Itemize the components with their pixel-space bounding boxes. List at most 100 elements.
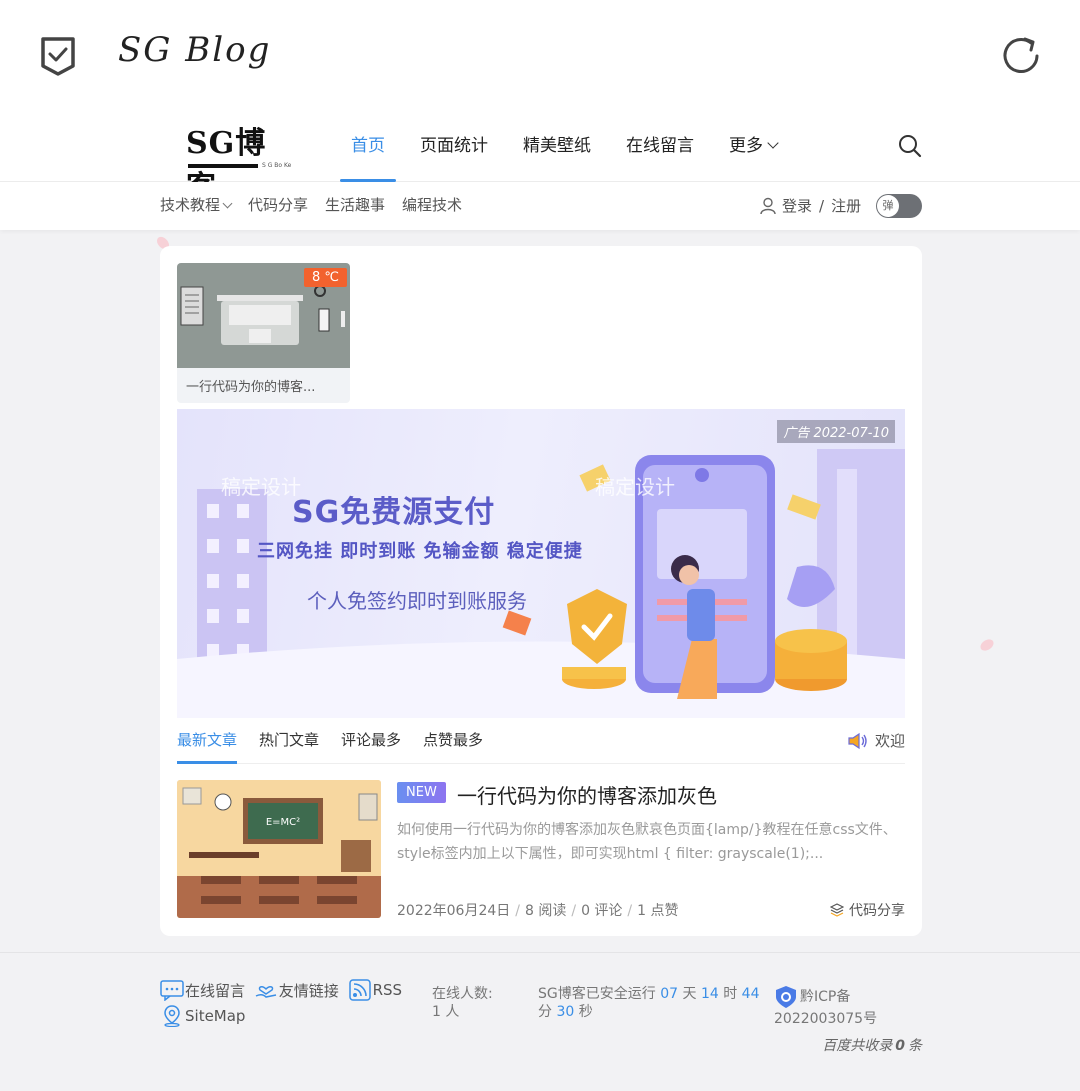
petal-decoration — [978, 637, 996, 653]
post-comments: 0 评论 — [581, 903, 623, 919]
blackboard-text: E=MC² — [266, 817, 300, 828]
tab-most-comments[interactable]: 评论最多 — [341, 718, 401, 763]
runtime-unit: 天 — [682, 986, 697, 1002]
nav-item-home[interactable]: 首页 — [340, 108, 396, 182]
post-thumbnail: E=MC² — [177, 780, 381, 918]
login-link[interactable]: 登录 — [782, 183, 812, 229]
subnav-item-tutorials[interactable]: 技术教程 — [160, 182, 233, 230]
site-runtime: SG博客已安全运行 07 天 14 时 44 分 30 秒 — [538, 985, 774, 1021]
separator: / — [515, 903, 520, 919]
baidu-count: 0 — [895, 1038, 905, 1054]
tab-popular[interactable]: 热门文章 — [259, 718, 319, 763]
baidu-unit: 条 — [908, 1038, 922, 1054]
runtime-seconds: 30 — [556, 1004, 575, 1020]
nav-item-guestbook[interactable]: 在线留言 — [615, 108, 705, 182]
window-title: SG Blog — [118, 30, 272, 70]
notice-text: 欢迎 — [874, 732, 905, 750]
tab-most-likes[interactable]: 点赞最多 — [423, 718, 483, 763]
subnav-item-life[interactable]: 生活趣事 — [325, 182, 385, 230]
nav-item-more[interactable]: 更多 — [718, 108, 788, 182]
subnav-label: 技术教程 — [160, 196, 221, 214]
post-meta: 2022年06月24日/8 阅读/0 评论/1 点赞 — [397, 900, 679, 920]
register-link[interactable]: 注册 — [831, 183, 861, 229]
notice: 欢迎 — [847, 730, 905, 751]
logo-underline — [188, 164, 258, 168]
classroom-image: E=MC² — [177, 780, 381, 918]
runtime-label: SG博客已安全运行 — [538, 986, 656, 1002]
icp-label: 黔ICP备 — [800, 989, 851, 1005]
online-count: 在线人数: 1 人 — [432, 985, 493, 1021]
subnav-item-programming[interactable]: 编程技术 — [402, 182, 462, 230]
post-item[interactable]: E=MC² NEW 一行代码为你的博客添加灰色 如何使用一行代码为你的博客添加灰… — [177, 780, 905, 920]
ad-tagline: 个人免签约即时到账服务 — [307, 589, 527, 613]
content-card: 8 ℃ 一行代码为你的博客... 稿定设计 稿定设计 广告 2022-07-10… — [160, 246, 922, 936]
nav-label: 精美壁纸 — [523, 136, 591, 156]
ad-banner[interactable]: 稿定设计 稿定设计 广告 2022-07-10 SG免费源支付 三网免挂 即时到… — [177, 409, 905, 718]
link-label: SiteMap — [185, 1007, 246, 1025]
chat-icon — [160, 980, 184, 1001]
nav-label: 首页 — [351, 136, 385, 156]
icp-record[interactable]: 黔ICP备 2022003075号 — [774, 985, 877, 1029]
post-likes: 1 点赞 — [637, 903, 679, 919]
chevron-down-icon — [767, 137, 779, 149]
footer-link-rss[interactable]: RSS — [348, 979, 402, 1001]
mini-post-title: 一行代码为你的博客... — [186, 380, 316, 395]
shield-icon[interactable] — [38, 34, 78, 78]
post-reads: 8 阅读 — [524, 903, 567, 919]
article-tabs: 最新文章 热门文章 评论最多 点赞最多 欢迎 — [177, 718, 905, 764]
popup-toggle[interactable]: 弹 — [876, 194, 922, 218]
main-nav: 首页 页面统计 精美壁纸 在线留言 更多 — [340, 108, 801, 182]
baidu-index: 百度共收录 0 条 — [822, 1035, 922, 1055]
logo-subtitle: S G Bo Ke — [262, 162, 292, 169]
runtime-unit: 分 — [538, 1004, 552, 1020]
site-logo[interactable]: SG博客 S G Bo Ke — [186, 118, 296, 205]
search-icon[interactable] — [898, 134, 922, 158]
sub-nav: 技术教程 代码分享 生活趣事 编程技术 登录 / 注册 弹 — [0, 182, 1080, 230]
watermark: 稿定设计 — [221, 475, 301, 499]
subnav-item-code[interactable]: 代码分享 — [248, 182, 308, 230]
footer-link-guestbook[interactable]: 在线留言 — [160, 979, 245, 1001]
post-title[interactable]: 一行代码为你的博客添加灰色 — [457, 780, 717, 809]
divider: / — [819, 197, 825, 215]
rss-icon — [348, 979, 371, 1001]
speaker-icon — [848, 732, 867, 749]
footer-link-sitemap[interactable]: SiteMap — [160, 1005, 245, 1027]
separator: / — [627, 903, 633, 919]
temperature-badge: 8 ℃ — [304, 268, 348, 287]
new-badge: NEW — [397, 782, 446, 803]
tab-latest[interactable]: 最新文章 — [177, 718, 238, 764]
footer-link-friends[interactable]: 友情链接 — [254, 979, 339, 1001]
user-area: 登录 / 注册 — [760, 182, 861, 230]
chevron-down-icon — [222, 198, 233, 209]
layers-icon — [830, 903, 844, 917]
post-category[interactable]: 代码分享 — [830, 900, 905, 920]
online-value: 1 人 — [432, 1004, 460, 1020]
post-excerpt: 如何使用一行代码为你的博客添加灰色默哀色页面{lamp/}教程在任意css文件、… — [397, 822, 897, 862]
separator: / — [571, 903, 577, 919]
nav-item-wallpaper[interactable]: 精美壁纸 — [512, 108, 602, 182]
runtime-unit: 时 — [723, 986, 738, 1002]
user-icon — [760, 197, 776, 215]
site-footer: 在线留言 友情链接 RSS SiteMap 在线人数: 1 人 SG博客已安全运… — [0, 952, 1080, 1091]
online-label: 在线人数: — [432, 986, 493, 1002]
nav-label: 在线留言 — [626, 136, 694, 156]
runtime-days: 07 — [660, 986, 679, 1002]
ad-tag: 广告 2022-07-10 — [777, 420, 895, 443]
runtime-hours: 14 — [700, 986, 719, 1002]
icp-number: 2022003075号 — [774, 1011, 878, 1027]
ad-headline: SG免费源支付 — [292, 495, 496, 530]
police-badge-icon — [776, 986, 796, 1008]
footer-links: 在线留言 友情链接 RSS SiteMap — [160, 979, 410, 1031]
category-label: 代码分享 — [849, 903, 905, 919]
reload-icon[interactable] — [998, 33, 1044, 79]
nav-label: 页面统计 — [420, 136, 488, 156]
link-label: 在线留言 — [185, 981, 246, 1000]
browser-bar: SG Blog — [0, 0, 1080, 108]
location-pin-icon — [164, 1005, 180, 1027]
heart-hand-icon — [255, 986, 276, 998]
link-label: RSS — [372, 981, 403, 999]
nav-item-stats[interactable]: 页面统计 — [409, 108, 499, 182]
post-date: 2022年06月24日 — [397, 903, 511, 919]
featured-post-mini[interactable]: 8 ℃ 一行代码为你的博客... — [177, 263, 350, 403]
runtime-minutes: 44 — [741, 986, 760, 1002]
